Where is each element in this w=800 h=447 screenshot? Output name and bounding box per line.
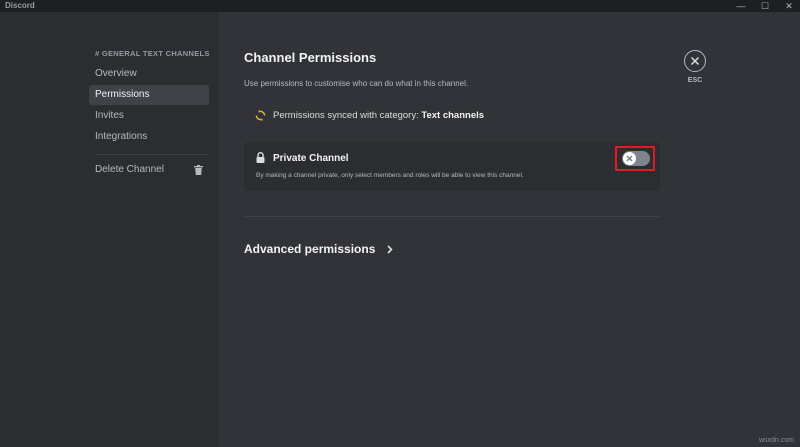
window-close-button[interactable]: ✕ <box>778 0 800 12</box>
settings-content <box>218 12 800 447</box>
advanced-permissions-label: Advanced permissions <box>244 242 376 256</box>
watermark: wsxdn.com <box>758 437 794 444</box>
delete-channel-label: Delete Channel <box>95 164 164 175</box>
advanced-permissions-button[interactable]: Advanced permissions <box>244 241 394 257</box>
private-channel-title: Private Channel <box>273 153 349 164</box>
sidebar-item-overview[interactable]: Overview <box>89 64 209 84</box>
sidebar-item-permissions[interactable]: Permissions <box>89 85 209 105</box>
toggle-highlight-box <box>615 146 655 171</box>
maximize-button[interactable]: ☐ <box>754 0 776 12</box>
esc-label: ESC <box>687 77 703 84</box>
sidebar-divider <box>95 154 208 155</box>
close-icon <box>690 56 700 66</box>
page-title: Channel Permissions <box>244 50 377 65</box>
minimize-button[interactable]: — <box>730 0 752 12</box>
sync-text: Permissions synced with category: <box>273 109 422 121</box>
private-channel-card <box>244 142 660 191</box>
sync-status: Permissions synced with category: Text c… <box>255 108 484 122</box>
lock-icon <box>256 152 265 163</box>
sidebar-header: # GENERAL TEXT CHANNELS <box>95 49 210 58</box>
section-divider <box>244 216 660 217</box>
sync-icon <box>255 109 266 121</box>
page-description: Use permissions to customise who can do … <box>244 79 469 88</box>
delete-channel-button[interactable]: Delete Channel <box>89 160 209 180</box>
sidebar-item-integrations[interactable]: Integrations <box>89 127 209 147</box>
close-settings-button[interactable] <box>684 50 706 72</box>
chevron-right-icon <box>387 244 394 254</box>
title-bar: Discord — ☐ ✕ <box>0 0 800 12</box>
app-name: Discord <box>5 1 35 10</box>
trash-icon <box>194 165 203 175</box>
sidebar-item-invites[interactable]: Invites <box>89 106 209 126</box>
private-channel-description: By making a channel private, only select… <box>256 172 524 179</box>
sync-category: Text channels <box>421 109 485 121</box>
